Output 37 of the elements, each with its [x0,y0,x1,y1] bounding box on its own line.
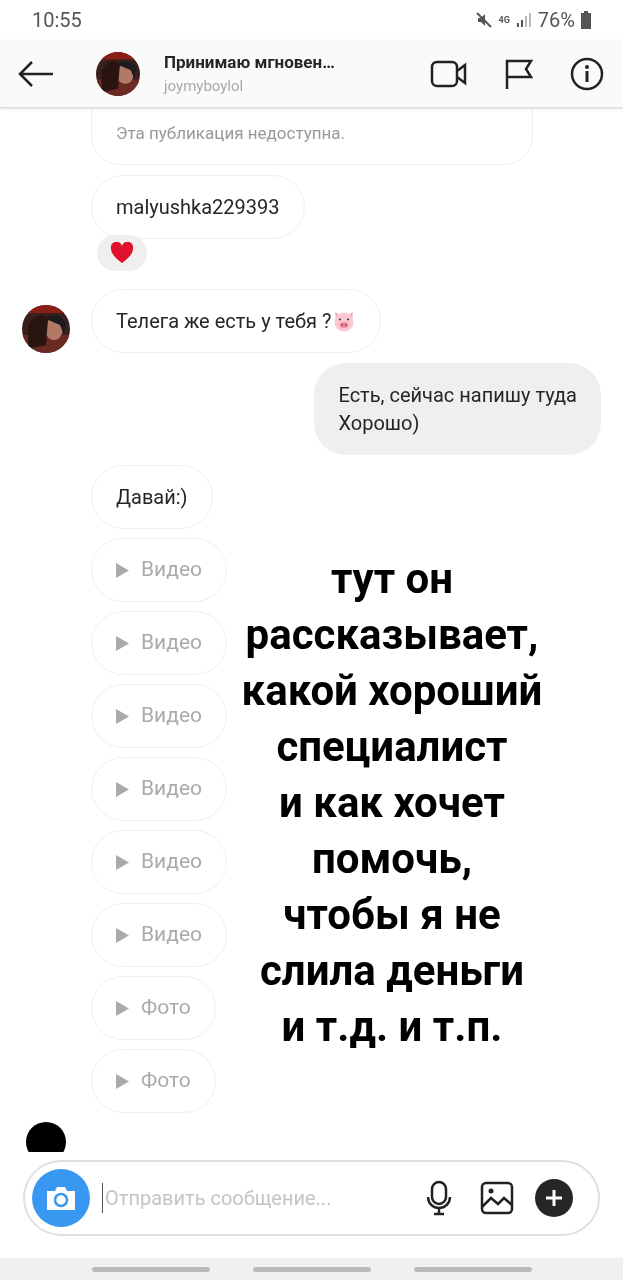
flag-icon [504,57,534,90]
info-button[interactable] [569,55,605,92]
camera-button[interactable] [32,1169,90,1227]
status-time: 10:55 [32,7,82,34]
microphone-icon [425,1180,453,1216]
media-message[interactable]: Видео [91,757,227,821]
back-arrow-icon [17,59,55,88]
nav-handle[interactable] [252,1266,371,1272]
network-label: 4G [498,15,510,25]
signal-icon [515,12,532,28]
avatar-placeholder [25,1122,66,1152]
play-icon [116,927,129,943]
battery-icon [581,11,591,29]
camera-icon [45,1184,77,1212]
chat-title[interactable]: Принимаю мгновен… [164,49,404,75]
play-icon [116,635,129,651]
info-icon [570,56,604,91]
play-icon [116,1073,129,1089]
chat-username: joymyboylol [164,76,245,97]
overlay-caption: тут он рассказывает, какой хороший специалист и как хочет помочь, чтобы я не слила деньги и т.д. и т.п. [240,553,544,1053]
heart-icon [110,242,134,264]
plus-icon [545,1189,563,1207]
play-icon [116,562,129,578]
unavailable-post-text: Эта публикация недоступна. [116,121,346,145]
image-icon [480,1181,514,1215]
play-icon [116,708,129,724]
play-icon [116,854,129,870]
mute-icon [474,11,493,29]
video-camera-icon [430,58,468,89]
play-icon [116,781,129,797]
nav-handle[interactable] [91,1266,210,1272]
message-input[interactable]: Отправить сообщение... [102,1183,392,1213]
play-icon [116,1000,129,1016]
battery-percent: 76% [537,7,575,34]
add-button[interactable] [535,1179,573,1217]
message-bubble: Есть, сейчас напишу туда Хорошо) [314,363,601,455]
nav-handle[interactable] [413,1266,532,1272]
